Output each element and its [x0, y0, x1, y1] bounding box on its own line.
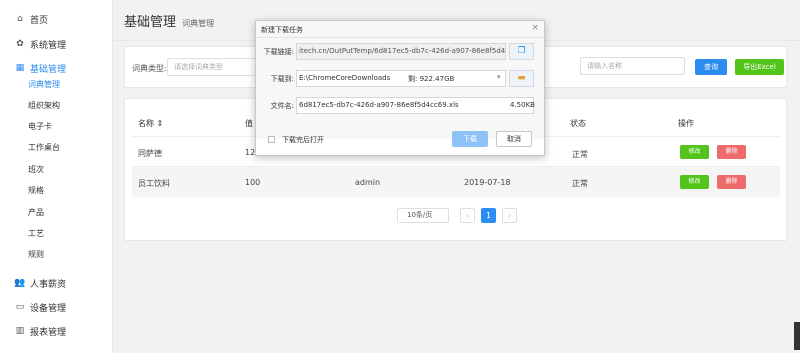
dict-type-select[interactable]: 请选择词典类型: [167, 58, 257, 76]
nav-device-label: 设备管理: [30, 303, 67, 314]
dialog-title: 新建下载任务: [261, 26, 303, 34]
row2-date: 2019-07-18: [464, 178, 511, 187]
nav-system-label: 系统管理: [30, 40, 67, 51]
open-after-download-checkbox[interactable]: [268, 136, 275, 143]
sidebar: ⌂ 首页 ✿ 系统管理 ▦ 基础管理 词典管理 组织架构 电子卡 工作桌台 班次…: [0, 0, 113, 353]
home-icon: ⌂: [17, 14, 23, 24]
grid-icon: ▦: [15, 63, 25, 73]
users-icon: 👥: [14, 278, 26, 288]
row1-name: 同萨德: [138, 149, 162, 158]
page-subtitle: 词典管理: [182, 19, 215, 28]
row1-delete-button[interactable]: 删除: [717, 145, 746, 159]
close-icon[interactable]: ×: [531, 23, 539, 33]
nav-system[interactable]: ✿ 系统管理: [0, 34, 113, 54]
scrollbar-thumb[interactable]: [794, 322, 800, 350]
free-space-value: 922.47GB: [419, 75, 455, 83]
nav-hr-label: 人事薪资: [30, 279, 67, 290]
sub-item-shift[interactable]: 班次: [28, 163, 44, 177]
download-dialog: 新建下载任务 × 下载链接: itech.cn/OutPutTemp/6d817…: [255, 20, 545, 156]
row1-status: 正常: [572, 150, 588, 159]
sub-item-org[interactable]: 组织架构: [28, 99, 60, 113]
gear-icon: ✿: [16, 39, 24, 49]
row2-edit-button[interactable]: 修改: [680, 175, 709, 189]
dialog-body: 下载链接: itech.cn/OutPutTemp/6d817ec5-db7c-…: [256, 38, 544, 139]
download-dir-value: E:\ChromeCoreDownloads: [299, 74, 391, 82]
name-search-input[interactable]: 请输入名称: [580, 57, 685, 75]
page-size-select[interactable]: 10条/页: [397, 208, 449, 223]
nav-hr[interactable]: 👥 人事薪资: [0, 273, 113, 293]
col-name-header[interactable]: 名称 ⇕: [138, 118, 163, 129]
page-size-value: 10条/页: [407, 211, 433, 219]
nav-device[interactable]: ▭ 设备管理: [0, 297, 113, 317]
row2-status: 正常: [572, 179, 588, 188]
download-dir-field[interactable]: E:\ChromeCoreDownloads: [296, 70, 506, 87]
prev-page-button[interactable]: ‹: [460, 208, 475, 223]
page-title-text: 基础管理: [124, 15, 177, 30]
page-1-button[interactable]: 1: [481, 208, 496, 223]
search-button[interactable]: 查询: [695, 59, 727, 75]
open-after-download-label: 下载完后打开: [282, 136, 324, 144]
col-value-header: 值: [245, 119, 253, 128]
bar-chart-icon: ▥: [15, 326, 25, 336]
sub-item-dictionary[interactable]: 词典管理: [28, 78, 60, 92]
nav-home[interactable]: ⌂ 首页: [0, 9, 113, 29]
file-size: 4.50KB: [510, 101, 535, 109]
page-title: 基础管理 词典管理: [124, 11, 214, 30]
sub-item-workstation[interactable]: 工作桌台: [28, 141, 60, 155]
dialog-header: 新建下载任务 ×: [256, 21, 544, 38]
filename-value: 6d817ec5-db7c-426d-a907-86e8f5d4cc69.xls: [299, 101, 459, 109]
link-label: 下载链接:: [263, 48, 294, 56]
nav-basic[interactable]: ▦ 基础管理: [0, 58, 113, 78]
sub-item-spec[interactable]: 规格: [28, 184, 44, 198]
filename-field[interactable]: 6d817ec5-db7c-426d-a907-86e8f5d4cc69.xls: [296, 97, 534, 114]
folder-icon[interactable]: ▬: [509, 70, 534, 87]
monitor-icon: ▭: [15, 302, 25, 312]
sub-item-product[interactable]: 产品: [28, 206, 44, 220]
download-link-field[interactable]: itech.cn/OutPutTemp/6d817ec5-db7c-426d-a…: [296, 43, 506, 60]
sub-item-process[interactable]: 工艺: [28, 227, 44, 241]
sub-item-ecard[interactable]: 电子卡: [28, 120, 52, 134]
next-page-button[interactable]: ›: [502, 208, 517, 223]
filename-label: 文件名:: [270, 102, 294, 110]
row2-name: 员工饮料: [138, 179, 170, 188]
free-space-label: 剩:: [408, 75, 418, 83]
sub-item-rule[interactable]: 规则: [28, 248, 44, 262]
row1-edit-button[interactable]: 修改: [680, 145, 709, 159]
export-excel-button[interactable]: 导出Excel: [735, 59, 784, 75]
free-space: 剩: 922.47GB: [408, 74, 454, 84]
cancel-button[interactable]: 取消: [496, 131, 532, 147]
copy-icon[interactable]: ❐: [509, 43, 534, 60]
row2-user: admin: [355, 178, 381, 187]
nav-home-label: 首页: [30, 15, 49, 26]
nav-report[interactable]: ▥ 报表管理: [0, 321, 113, 341]
nav-basic-label: 基础管理: [30, 64, 67, 75]
row2-delete-button[interactable]: 删除: [717, 175, 746, 189]
col-status-header: 状态: [570, 119, 586, 128]
nav-report-label: 报表管理: [30, 327, 67, 338]
col-action-header: 操作: [678, 119, 694, 128]
row2-value: 100: [245, 178, 261, 187]
dir-label: 下载到:: [270, 75, 294, 83]
download-button[interactable]: 下载: [452, 131, 488, 147]
chevron-down-icon[interactable]: ▾: [497, 73, 501, 81]
row1-value: 12: [245, 148, 256, 157]
dict-type-label: 词典类型:: [132, 64, 167, 73]
